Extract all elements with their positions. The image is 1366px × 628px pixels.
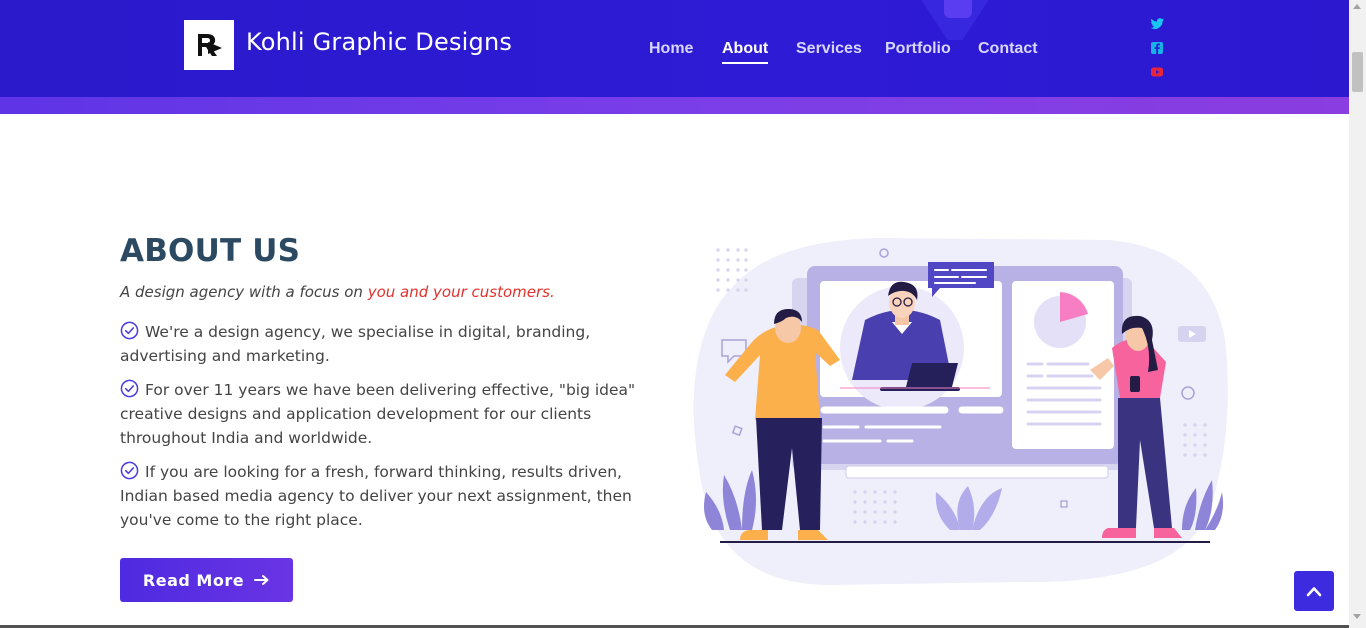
arrow-right-icon	[254, 575, 269, 585]
nav-services[interactable]: Services	[796, 40, 862, 58]
header-decoration-dot	[944, 0, 972, 18]
chevron-up-icon	[1306, 587, 1322, 597]
tagline-prefix: A design agency with a focus on	[120, 283, 368, 301]
facebook-icon[interactable]	[1149, 40, 1165, 56]
tagline-accent: you and your customers.	[367, 283, 555, 301]
video-call-illustration	[693, 238, 1228, 585]
check-circle-icon	[120, 461, 139, 480]
back-to-top-button[interactable]	[1294, 571, 1334, 611]
brand-name[interactable]: Kohli Graphic Designs	[246, 28, 512, 56]
check-circle-icon	[120, 379, 139, 398]
check-circle-icon	[120, 321, 139, 340]
section-title: ABOUT US	[120, 233, 301, 269]
about-point-text: If you are looking for a fresh, forward …	[120, 463, 632, 529]
about-point: For over 11 years we have been deliverin…	[120, 378, 665, 450]
twitter-icon[interactable]	[1149, 16, 1165, 32]
nav-about[interactable]: About	[722, 40, 769, 64]
header-gradient-strip	[0, 97, 1349, 114]
nav-contact[interactable]: Contact	[978, 40, 1038, 58]
logo-icon	[198, 34, 222, 56]
scrollbar-thumb[interactable]	[1352, 52, 1363, 92]
scroll-up-arrow[interactable]	[1353, 4, 1361, 9]
scroll-down-arrow[interactable]	[1353, 614, 1361, 619]
read-more-label: Read More	[142, 570, 245, 590]
read-more-button[interactable]: Read More	[120, 558, 293, 602]
nav-portfolio[interactable]: Portfolio	[885, 40, 951, 58]
about-point: If you are looking for a fresh, forward …	[120, 460, 665, 532]
youtube-icon[interactable]	[1149, 64, 1165, 80]
about-point-text: We're a design agency, we specialise in …	[120, 323, 591, 365]
page-scrollbar[interactable]	[1349, 0, 1366, 628]
logo[interactable]	[184, 20, 234, 70]
about-point-text: For over 11 years we have been deliverin…	[120, 381, 636, 447]
about-point: We're a design agency, we specialise in …	[120, 320, 665, 368]
nav-home[interactable]: Home	[649, 40, 693, 58]
tagline: A design agency with a focus on you and …	[120, 283, 555, 301]
